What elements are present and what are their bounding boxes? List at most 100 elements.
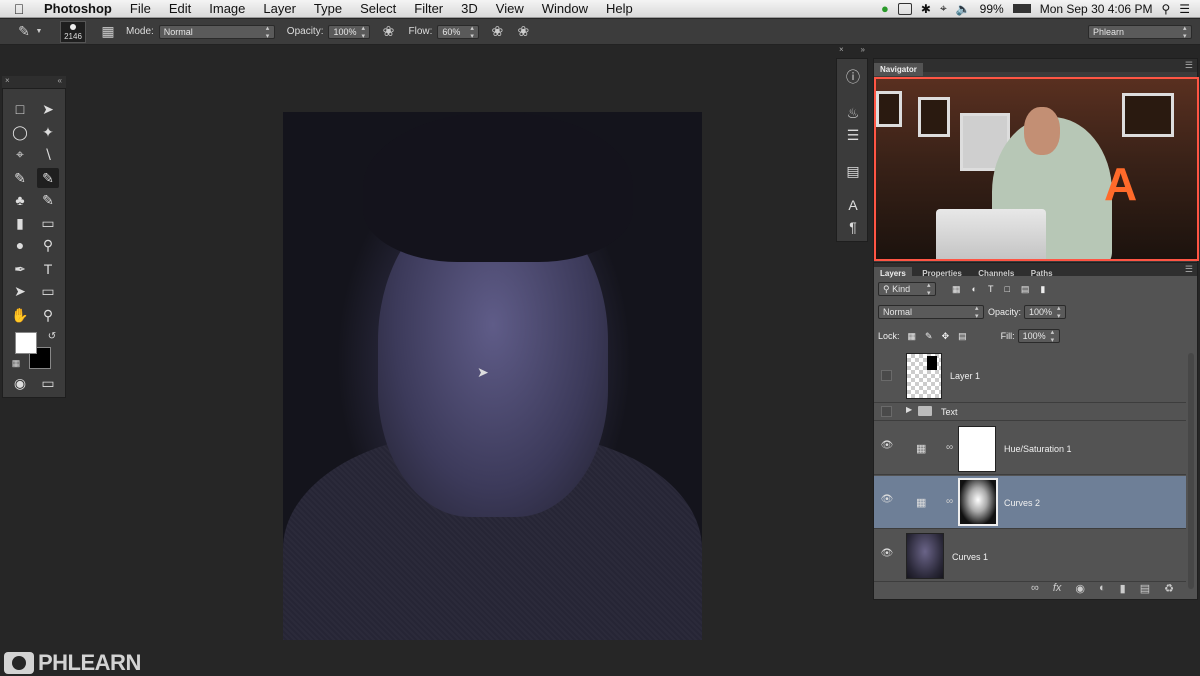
menu-view[interactable]: View	[487, 1, 533, 16]
panel-menu-icon[interactable]: ☰	[1185, 264, 1193, 275]
menu-window[interactable]: Window	[533, 1, 597, 16]
list-icon[interactable]: ☰	[1179, 2, 1190, 16]
filter-adjustment-icon[interactable]: ◐	[972, 284, 977, 294]
zoom-tool-icon[interactable]: ⚲	[37, 305, 59, 325]
hand-tool-icon[interactable]: ✋	[9, 305, 31, 325]
side-strip-header[interactable]: × »	[836, 45, 868, 58]
adjustments-icon[interactable]: ☰	[843, 125, 863, 145]
clone-source-icon[interactable]: ▤	[843, 161, 863, 181]
eye-icon[interactable]: 👁	[879, 494, 895, 510]
healing-brush-icon[interactable]: ✎	[9, 168, 31, 188]
expand-arrow-icon[interactable]: ▶	[906, 405, 912, 414]
quick-mask-icon[interactable]: ◉	[9, 373, 31, 393]
menu-filter[interactable]: Filter	[405, 1, 452, 16]
layer-row-layer-1[interactable]: Layer 1	[874, 349, 1186, 403]
search-icon[interactable]: ⚲	[1161, 2, 1170, 16]
info-icon[interactable]: ⓘ	[843, 67, 863, 87]
battery-text[interactable]: 99%	[980, 2, 1004, 16]
menu-image[interactable]: Image	[200, 1, 254, 16]
flow-dropdown[interactable]: 60%	[437, 24, 480, 41]
filter-kind-dropdown[interactable]: ⚲ Kind	[878, 282, 936, 298]
lasso-tool-icon[interactable]: ◯	[9, 122, 31, 142]
pressure-size-icon[interactable]: ❀	[513, 23, 533, 40]
filter-shape-icon[interactable]: □	[1004, 284, 1009, 294]
opacity-dropdown[interactable]: 100%	[328, 24, 371, 41]
lock-all-icon[interactable]: ▤	[958, 331, 967, 342]
brush-tool-icon[interactable]: ✎	[37, 168, 59, 188]
layer-name[interactable]: Text	[941, 407, 958, 417]
tab-navigator[interactable]: Navigator	[874, 63, 923, 76]
filter-toggle-icon[interactable]: ▮	[1040, 284, 1045, 295]
crop-tool-icon[interactable]: ⌖	[9, 144, 31, 164]
add-mask-icon[interactable]: ◉	[1075, 582, 1085, 595]
paragraph-icon[interactable]: ¶	[843, 217, 863, 237]
history-brush-icon[interactable]: ✎	[37, 190, 59, 210]
apple-icon[interactable]: 	[0, 1, 38, 17]
screen-mode-icon[interactable]: ▭	[37, 373, 59, 393]
menu-select[interactable]: Select	[351, 1, 405, 16]
path-select-icon[interactable]: ➤	[9, 281, 31, 301]
panel-menu-icon[interactable]: ☰	[1185, 60, 1193, 71]
filter-type-icon[interactable]: T	[988, 284, 994, 294]
mode-dropdown[interactable]: Normal	[158, 24, 275, 41]
new-layer-icon[interactable]: ▤	[1140, 582, 1150, 595]
pen-tool-icon[interactable]: ✒	[9, 259, 31, 279]
dodge-tool-icon[interactable]: ⚲	[37, 235, 59, 255]
layer-name[interactable]: Hue/Saturation 1	[1004, 444, 1072, 454]
layers-scrollbar[interactable]	[1188, 353, 1194, 589]
eraser-icon[interactable]: ▮	[9, 213, 31, 233]
character-icon[interactable]: A	[843, 195, 863, 215]
adjustment-layer-icon[interactable]: ◐	[1099, 582, 1106, 594]
layer-name[interactable]: Layer 1	[950, 371, 980, 381]
filter-smart-icon[interactable]: ▤	[1021, 284, 1030, 295]
layer-thumbnail[interactable]	[906, 533, 944, 579]
view-box[interactable]	[874, 77, 1199, 261]
collapse-icon[interactable]: «	[58, 76, 62, 85]
gradient-tool-icon[interactable]: ▭	[37, 213, 59, 233]
bluetooth-icon[interactable]: ✱	[921, 2, 931, 16]
visibility-toggle[interactable]	[881, 370, 892, 381]
layer-row-curves-1[interactable]: 👁 Curves 1	[874, 530, 1186, 582]
marquee-tool-icon[interactable]: □	[9, 99, 31, 119]
mask-thumbnail[interactable]	[958, 426, 996, 472]
filter-pixel-icon[interactable]: ▦	[952, 284, 961, 295]
clone-stamp-icon[interactable]: ♣	[9, 190, 31, 210]
blur-tool-icon[interactable]: ●	[9, 235, 31, 255]
clock[interactable]: Mon Sep 30 4:06 PM	[1040, 2, 1153, 16]
lock-paint-icon[interactable]: ✎	[925, 331, 933, 342]
airbrush-icon[interactable]: ❀	[487, 23, 507, 40]
volume-icon[interactable]: 🔈	[956, 2, 971, 16]
layer-row-curves-2[interactable]: 👁 ▦ ∞ Curves 2	[874, 476, 1186, 529]
foreground-color-swatch[interactable]	[15, 332, 37, 354]
link-icon[interactable]: ∞	[946, 442, 953, 453]
move-tool-icon[interactable]: ➤	[37, 99, 59, 119]
eye-icon[interactable]: 👁	[879, 440, 895, 456]
layer-row-hue-saturation[interactable]: 👁 ▦ ∞ Hue/Saturation 1	[874, 422, 1186, 475]
lock-position-icon[interactable]: ✥	[942, 331, 950, 342]
fill-dropdown[interactable]: 100%	[1017, 329, 1060, 345]
battery-icon[interactable]	[1012, 4, 1031, 13]
window-icon[interactable]	[897, 2, 912, 15]
close-icon[interactable]: ×	[839, 45, 844, 54]
fx-icon[interactable]: fx	[1053, 582, 1062, 594]
visibility-toggle[interactable]	[881, 406, 892, 417]
expand-icon[interactable]: »	[861, 45, 865, 54]
menu-type[interactable]: Type	[305, 1, 351, 16]
trash-icon[interactable]: ♻	[1164, 582, 1174, 595]
eyedropper-icon[interactable]: ∖	[37, 144, 59, 164]
shape-tool-icon[interactable]: ▭	[37, 281, 59, 301]
menu-layer[interactable]: Layer	[254, 1, 305, 16]
close-icon[interactable]: ×	[5, 76, 10, 85]
brush-tool-icon[interactable]: ✎	[14, 23, 34, 40]
tools-panel-header[interactable]: × «	[2, 76, 66, 88]
default-colors-icon[interactable]: ▦	[5, 353, 27, 373]
brush-presets-icon[interactable]: ♨	[843, 103, 863, 123]
blend-mode-dropdown[interactable]: Normal	[878, 305, 984, 321]
menu-file[interactable]: File	[121, 1, 160, 16]
layer-row-text-group[interactable]: ▶ Text	[874, 403, 1186, 421]
evernote-icon[interactable]: ●	[881, 1, 889, 16]
new-group-icon[interactable]: ▮	[1120, 582, 1126, 595]
brush-panel-icon[interactable]: ▦	[98, 23, 118, 40]
menu-3d[interactable]: 3D	[452, 1, 487, 16]
layer-name[interactable]: Curves 1	[952, 552, 988, 562]
